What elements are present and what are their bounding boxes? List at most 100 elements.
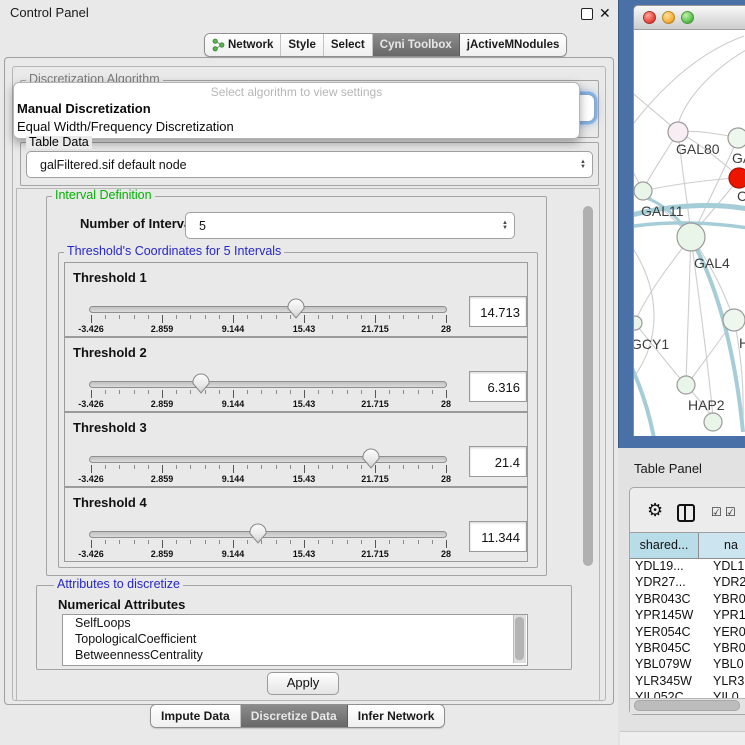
tab-network[interactable]: Network bbox=[205, 34, 281, 56]
minimize-traffic-light-icon[interactable] bbox=[662, 11, 675, 24]
network-edge[interactable] bbox=[686, 237, 691, 382]
network-edge[interactable] bbox=[643, 178, 734, 191]
table-row[interactable]: YBL079WYBL0 bbox=[630, 657, 745, 673]
cell-shared-name: YBR045C bbox=[630, 641, 708, 657]
network-node-label-gal11: GAL11 bbox=[641, 203, 684, 219]
table-row[interactable]: YER054CYER0 bbox=[630, 625, 745, 641]
network-window-titlebar[interactable] bbox=[634, 6, 745, 30]
list-item-betweennesscentrality[interactable]: BetweennessCentrality bbox=[63, 647, 527, 663]
network-canvas[interactable]: GAL80GACGAL11GAL4GCY1HHAP2 bbox=[634, 30, 745, 436]
bottom-tab-bar: Impute Data Discretize Data Infer Network bbox=[150, 704, 445, 728]
network-icon bbox=[212, 38, 225, 52]
table-row[interactable]: YDR27...YDR2 bbox=[630, 575, 745, 591]
slider-track[interactable] bbox=[89, 381, 447, 388]
checkbox-icon[interactable]: ☑ bbox=[711, 506, 722, 518]
network-node[interactable] bbox=[677, 223, 705, 251]
cell-name: YPR1 bbox=[708, 608, 745, 624]
tab-style[interactable]: Style bbox=[281, 34, 324, 56]
split-columns-icon[interactable] bbox=[677, 504, 695, 522]
network-node[interactable] bbox=[728, 128, 745, 148]
algorithm-popup-list: Manual DiscretizationEqual Width/Frequen… bbox=[16, 100, 580, 136]
network-edge[interactable] bbox=[636, 237, 691, 320]
slider-ticks bbox=[89, 465, 447, 474]
close-icon[interactable]: ✕ bbox=[599, 4, 611, 22]
cell-shared-name: YER054C bbox=[630, 625, 708, 641]
tab-label: Discretize Data bbox=[251, 709, 337, 723]
slider-ticks bbox=[89, 540, 447, 549]
table-row[interactable]: YDL19...YDL1 bbox=[630, 559, 745, 575]
threshold-panel: Threshold 4 -3.4262.8599.14415.4321.7152… bbox=[64, 487, 528, 562]
network-node[interactable] bbox=[723, 309, 745, 331]
tab-jactivemnodules[interactable]: jActiveMNodules bbox=[460, 34, 567, 56]
cell-name: YBL0 bbox=[708, 657, 745, 673]
network-node[interactable] bbox=[729, 168, 745, 188]
bottom-strip bbox=[620, 731, 745, 745]
cell-name: YBR0 bbox=[708, 592, 745, 608]
popup-item-manual-discretization[interactable]: Manual Discretization bbox=[16, 100, 580, 118]
network-node[interactable] bbox=[668, 122, 688, 142]
close-traffic-light-icon[interactable] bbox=[643, 11, 656, 24]
list-scrollbar[interactable] bbox=[515, 617, 524, 660]
list-item-topologicalcoefficient[interactable]: TopologicalCoefficient bbox=[63, 631, 527, 647]
network-node[interactable] bbox=[704, 413, 722, 431]
column-header-name[interactable]: na bbox=[699, 533, 745, 558]
tab-select[interactable]: Select bbox=[324, 34, 373, 56]
tab-label: Select bbox=[331, 39, 365, 51]
table-data-combobox[interactable]: galFiltered.sif default node ▲▼ bbox=[26, 151, 593, 178]
float-window-icon[interactable] bbox=[581, 8, 593, 20]
zoom-traffic-light-icon[interactable] bbox=[681, 11, 694, 24]
gear-icon[interactable]: ⚙ bbox=[647, 501, 663, 519]
tab-discretize-data[interactable]: Discretize Data bbox=[241, 705, 348, 727]
slider-tick-labels: -3.4262.8599.14415.4321.71528 bbox=[89, 399, 447, 410]
column-header-shared-name[interactable]: shared... bbox=[630, 533, 699, 558]
network-node[interactable] bbox=[634, 182, 652, 200]
table-row[interactable]: YLR345WYLR3 bbox=[630, 674, 745, 690]
horizontal-scrollbar[interactable] bbox=[634, 700, 740, 711]
network-edge[interactable] bbox=[635, 323, 683, 382]
table-row[interactable]: YIL052CYIL0 bbox=[630, 690, 745, 698]
slider-ticks bbox=[89, 315, 447, 324]
number-of-intervals-value: 5 bbox=[186, 219, 496, 233]
checkbox-icon[interactable]: ☑ bbox=[725, 506, 736, 518]
attributes-group-label: Attributes to discretize bbox=[54, 578, 183, 591]
threshold-value-field[interactable]: 11.344 bbox=[469, 521, 527, 552]
window-title: Control Panel bbox=[10, 0, 89, 26]
cell-shared-name: YIL052C bbox=[630, 690, 708, 698]
table-rows: YDL19...YDL1YDR27...YDR2YBR043CYBR0YPR14… bbox=[630, 559, 745, 698]
number-of-intervals-combobox[interactable]: 5 ▲▼ bbox=[185, 212, 515, 239]
slider-track[interactable] bbox=[89, 306, 447, 313]
threshold-value-field[interactable]: 14.713 bbox=[469, 296, 527, 327]
network-view-window: GAL80GACGAL11GAL4GCY1HHAP2 bbox=[633, 5, 745, 436]
apply-button[interactable]: Apply bbox=[267, 672, 339, 695]
cell-shared-name: YDL19... bbox=[630, 559, 708, 575]
tab-infer-network[interactable]: Infer Network bbox=[348, 705, 445, 727]
screen: Control Panel ✕ NetworkStyle Select Cyni T… bbox=[0, 0, 745, 745]
table-row[interactable]: YBR045CYBR0 bbox=[630, 641, 745, 657]
popup-item-equal-width-frequency-discretization[interactable]: Equal Width/Frequency Discretization bbox=[16, 118, 580, 136]
cell-name: YLR3 bbox=[708, 674, 745, 690]
network-edge[interactable] bbox=[634, 36, 744, 128]
network-edge[interactable] bbox=[678, 50, 745, 124]
cell-shared-name: YPR145W bbox=[630, 608, 708, 624]
slider-track[interactable] bbox=[89, 456, 447, 463]
table-row[interactable]: YBR043CYBR0 bbox=[630, 592, 745, 608]
tab-label: jActiveMNodules bbox=[467, 39, 560, 51]
list-item-selfloops[interactable]: SelfLoops bbox=[63, 615, 527, 631]
numerical-attributes-list[interactable]: SelfLoopsTopologicalCoefficientBetweenne… bbox=[62, 614, 528, 666]
network-node[interactable] bbox=[677, 376, 695, 394]
network-edge-highlighted[interactable] bbox=[634, 360, 654, 436]
threshold-value-field[interactable]: 6.316 bbox=[469, 371, 527, 402]
slider-track[interactable] bbox=[89, 531, 447, 538]
network-edge[interactable] bbox=[634, 244, 654, 382]
threshold-label: Threshold 2 bbox=[73, 345, 147, 360]
cell-name: YBR0 bbox=[708, 641, 745, 657]
table-row[interactable]: YPR145WYPR1 bbox=[630, 608, 745, 624]
vertical-scrollbar[interactable] bbox=[583, 206, 593, 566]
network-node-label-h: H bbox=[739, 335, 745, 351]
threshold-value-field[interactable]: 21.4 bbox=[469, 446, 527, 477]
tab-label: Cyni Toolbox bbox=[380, 39, 452, 51]
tab-cyni-toolbox[interactable]: Cyni Toolbox bbox=[373, 34, 460, 56]
tab-impute-data[interactable]: Impute Data bbox=[151, 705, 241, 727]
cell-shared-name: YDR27... bbox=[630, 575, 708, 591]
network-node[interactable] bbox=[634, 316, 642, 330]
